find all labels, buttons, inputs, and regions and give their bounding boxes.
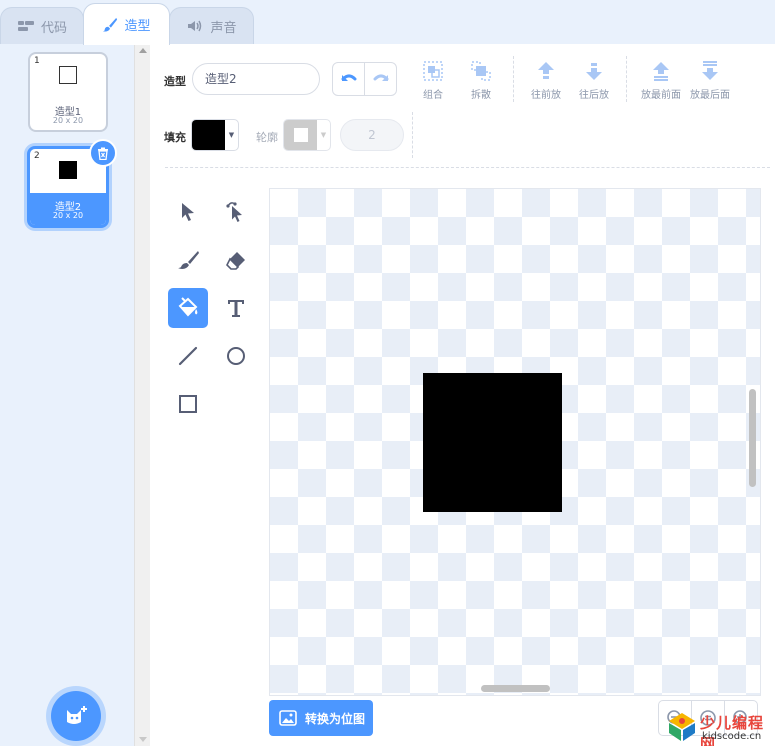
circle-tool[interactable] <box>216 336 256 376</box>
toolbar-separator <box>165 167 770 168</box>
costume-list: 1 造型1 20 x 20 2 造型2 20 x 20 <box>0 44 150 746</box>
scroll-down-arrow[interactable] <box>139 737 147 742</box>
costume-size: 20 x 20 <box>52 116 84 125</box>
costume-size: 20 x 20 <box>52 211 84 220</box>
undo-redo-group <box>332 62 397 96</box>
reshape-icon <box>226 202 242 222</box>
editor-tab-bar: 代码 造型 声音 <box>0 0 775 45</box>
choose-costume-button[interactable] <box>51 691 101 741</box>
back-label: 放最后面 <box>690 90 730 101</box>
fill-color-picker[interactable]: ▼ <box>191 119 239 151</box>
redo-icon <box>373 74 388 81</box>
ungroup-button[interactable]: 拆散 <box>457 60 505 101</box>
group-button[interactable]: 组合 <box>409 60 457 101</box>
tab-code-label: 代码 <box>40 20 67 36</box>
convert-to-bitmap-button[interactable]: 转换为位图 <box>269 700 373 736</box>
arrow-cursor-icon <box>182 203 194 221</box>
backward-label: 往后放 <box>579 90 609 101</box>
outline-color-picker[interactable]: ▼ <box>283 119 331 151</box>
watermark-logo: 少儿编程网 kidscode.cn <box>662 707 775 746</box>
backward-button[interactable]: 往后放 <box>570 60 618 101</box>
costume-list-scrollbar[interactable] <box>134 44 150 746</box>
tab-sounds[interactable]: 声音 <box>169 7 254 44</box>
tab-costumes-label: 造型 <box>124 19 151 34</box>
front-label: 放最前面 <box>641 90 681 101</box>
caret-down-icon: ▼ <box>228 131 235 139</box>
back-icon <box>702 61 718 80</box>
code-icon <box>17 21 34 31</box>
undo-icon <box>341 74 356 81</box>
caret-down-icon: ▼ <box>320 131 327 139</box>
outline-label: 轮廓 <box>256 131 278 144</box>
toolbar-divider <box>626 56 627 102</box>
costume-index: 1 <box>34 56 40 66</box>
text-icon <box>228 300 244 317</box>
costume-thumbnail <box>59 161 77 179</box>
canvas-vertical-scrollbar[interactable] <box>749 389 756 487</box>
backward-icon <box>586 63 602 80</box>
toolbar-divider <box>412 112 413 158</box>
forward-button[interactable]: 往前放 <box>522 60 570 101</box>
undo-button[interactable] <box>333 63 364 95</box>
rectangle-tool[interactable] <box>168 384 208 424</box>
fill-color-swatch <box>192 120 225 150</box>
tab-sounds-label: 声音 <box>210 20 237 36</box>
rectangle-icon <box>179 395 197 413</box>
toolbar-divider <box>513 56 514 102</box>
front-icon <box>653 62 669 81</box>
tab-costumes[interactable]: 造型 <box>83 3 170 45</box>
forward-label: 往前放 <box>531 90 561 101</box>
group-label: 组合 <box>423 90 443 101</box>
paint-editor: 造型 造型2 组合 拆散 往前放 往后放 放最前面 放最后面 填充 ▼ 轮廓 ▼… <box>150 44 775 746</box>
delete-costume-button[interactable] <box>89 139 117 167</box>
group-icon <box>423 61 443 81</box>
text-tool[interactable] <box>216 288 256 328</box>
fill-tool[interactable] <box>168 288 208 328</box>
brush-icon <box>103 17 118 32</box>
image-icon <box>279 710 297 726</box>
brush-tool[interactable] <box>168 240 208 280</box>
canvas-horizontal-scrollbar[interactable] <box>481 685 550 692</box>
cat-icon <box>67 706 87 724</box>
line-icon <box>178 346 198 366</box>
watermark-url: kidscode.cn <box>702 731 762 742</box>
back-button[interactable]: 放最后面 <box>686 60 734 101</box>
outline-width-input[interactable]: 2 <box>340 119 404 151</box>
convert-to-bitmap-label: 转换为位图 <box>305 711 366 726</box>
costume-name-label: 造型 <box>164 75 186 88</box>
costume-thumbnail <box>59 66 77 84</box>
fill-label: 填充 <box>164 131 186 144</box>
tab-code[interactable]: 代码 <box>0 7 84 44</box>
trash-icon <box>98 147 108 160</box>
eraser-icon <box>226 252 245 270</box>
circle-icon <box>227 347 245 365</box>
forward-icon <box>538 62 554 79</box>
ungroup-icon <box>471 61 491 81</box>
front-button[interactable]: 放最前面 <box>637 60 685 101</box>
line-tool[interactable] <box>168 336 208 376</box>
costume-index: 2 <box>34 151 40 161</box>
paint-bucket-icon <box>178 297 198 317</box>
costume-tile-1[interactable]: 1 造型1 20 x 20 <box>28 52 108 132</box>
eraser-tool[interactable] <box>216 240 256 280</box>
kidscode-logo-icon <box>669 713 695 741</box>
costume-name-input[interactable]: 造型2 <box>192 63 320 95</box>
select-tool[interactable] <box>168 192 208 232</box>
paint-canvas[interactable] <box>269 188 761 696</box>
brush-icon <box>178 251 199 269</box>
scroll-up-arrow[interactable] <box>139 48 147 53</box>
redo-button[interactable] <box>364 63 396 95</box>
outline-color-swatch <box>284 120 317 150</box>
reshape-tool[interactable] <box>216 192 256 232</box>
black-square-shape[interactable] <box>423 373 562 512</box>
ungroup-label: 拆散 <box>471 90 491 101</box>
speaker-icon <box>188 20 202 32</box>
